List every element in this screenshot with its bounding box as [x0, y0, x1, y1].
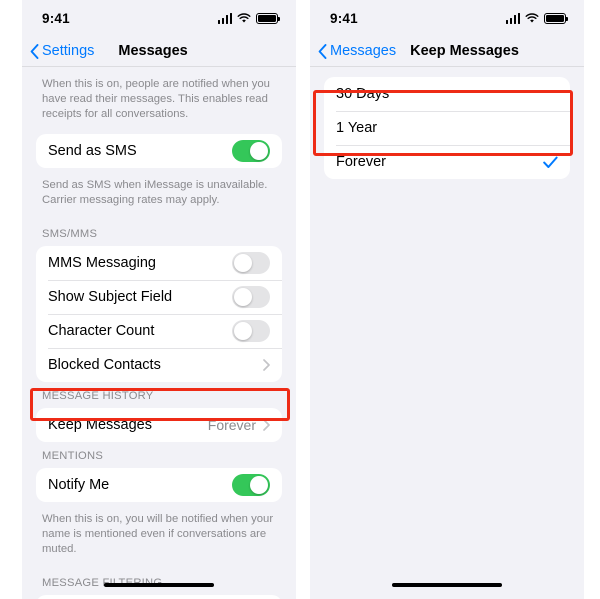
option-row-forever[interactable]: Forever: [324, 145, 570, 179]
option-label: Forever: [336, 154, 386, 170]
toggle-send-as-sms[interactable]: [232, 140, 270, 162]
card-message-history: Keep Messages Forever: [36, 408, 282, 442]
back-button-label: Settings: [42, 43, 95, 59]
phone-screen-keep-messages: 9:41 Messages Keep Messages 30 Days 1 Ye…: [310, 0, 584, 599]
card-message-filtering: Unknown & Spam: [36, 595, 282, 599]
page-title-keep-messages: Keep Messages: [410, 43, 519, 59]
group-header-sms-mms: SMS/MMS: [42, 228, 98, 240]
read-receipts-footnote: When this is on, people are notified whe…: [42, 78, 270, 120]
page-title-messages: Messages: [118, 43, 188, 59]
row-unknown-and-spam[interactable]: Unknown & Spam: [36, 595, 282, 599]
checkmark-icon: [543, 156, 558, 168]
nav-bar-right: Messages Keep Messages: [310, 36, 584, 67]
toggle-show-subject-field[interactable]: [232, 286, 270, 308]
option-label: 30 Days: [336, 86, 390, 102]
settings-scroll-left[interactable]: When this is on, people are notified whe…: [22, 67, 296, 599]
send-as-sms-footnote: Send as SMS when iMessage is unavailable…: [42, 179, 268, 206]
status-bar-right: 9:41: [310, 0, 584, 36]
row-mms-messaging[interactable]: MMS Messaging: [36, 246, 282, 280]
status-bar-left: 9:41: [22, 0, 296, 36]
row-blocked-contacts[interactable]: Blocked Contacts: [36, 348, 282, 382]
row-character-count[interactable]: Character Count: [36, 314, 282, 348]
status-bar-icons: [505, 12, 568, 24]
option-row-1-year[interactable]: 1 Year: [324, 111, 570, 145]
status-bar-clock: 9:41: [42, 10, 70, 26]
settings-scroll-right[interactable]: 30 Days 1 Year Forever: [310, 67, 584, 179]
row-label: Send as SMS: [48, 143, 137, 159]
mentions-footnote: When this is on, you will be notified wh…: [42, 513, 274, 555]
chevron-right-icon: [263, 419, 270, 431]
card-send-as-sms: Send as SMS: [36, 134, 282, 168]
phone-screen-messages-settings: 9:41 Settings Messages When this is on, …: [22, 0, 296, 599]
battery-icon: [544, 12, 568, 24]
back-button-messages[interactable]: Messages: [318, 43, 396, 59]
toggle-character-count[interactable]: [232, 320, 270, 342]
group-header-message-history: MESSAGE HISTORY: [42, 390, 154, 402]
row-send-as-sms[interactable]: Send as SMS: [36, 134, 282, 168]
status-bar-clock: 9:41: [330, 10, 358, 26]
option-row-30-days[interactable]: 30 Days: [324, 77, 570, 111]
row-label: Show Subject Field: [48, 289, 173, 305]
chevron-left-icon: [30, 43, 39, 59]
back-button-label: Messages: [330, 43, 397, 59]
option-label: 1 Year: [336, 120, 378, 136]
wifi-icon: [237, 12, 251, 23]
home-indicator-right: [392, 582, 502, 587]
row-label: MMS Messaging: [48, 255, 156, 271]
card-sms-mms: MMS Messaging Show Subject Field Charact…: [36, 246, 282, 382]
card-keep-messages-options: 30 Days 1 Year Forever: [324, 77, 570, 179]
group-header-mentions: MENTIONS: [42, 450, 104, 462]
row-label: Blocked Contacts: [48, 357, 161, 373]
status-bar-icons: [217, 12, 280, 24]
row-value-keep-messages: Forever: [207, 417, 256, 433]
battery-icon: [256, 12, 280, 24]
chevron-right-icon: [263, 359, 270, 371]
row-label: Notify Me: [48, 477, 110, 493]
row-keep-messages[interactable]: Keep Messages Forever: [36, 408, 282, 442]
cellular-signal-icon: [505, 12, 520, 24]
chevron-left-icon: [318, 43, 327, 59]
nav-bar-left: Settings Messages: [22, 36, 296, 67]
toggle-notify-me[interactable]: [232, 474, 270, 496]
row-show-subject-field[interactable]: Show Subject Field: [36, 280, 282, 314]
row-label: Character Count: [48, 323, 155, 339]
row-notify-me[interactable]: Notify Me: [36, 468, 282, 502]
cellular-signal-icon: [217, 12, 232, 24]
toggle-mms-messaging[interactable]: [232, 252, 270, 274]
card-mentions: Notify Me: [36, 468, 282, 502]
home-indicator-left: [104, 582, 214, 587]
row-label: Keep Messages: [48, 417, 152, 433]
back-button-settings[interactable]: Settings: [30, 43, 94, 59]
wifi-icon: [525, 12, 539, 23]
